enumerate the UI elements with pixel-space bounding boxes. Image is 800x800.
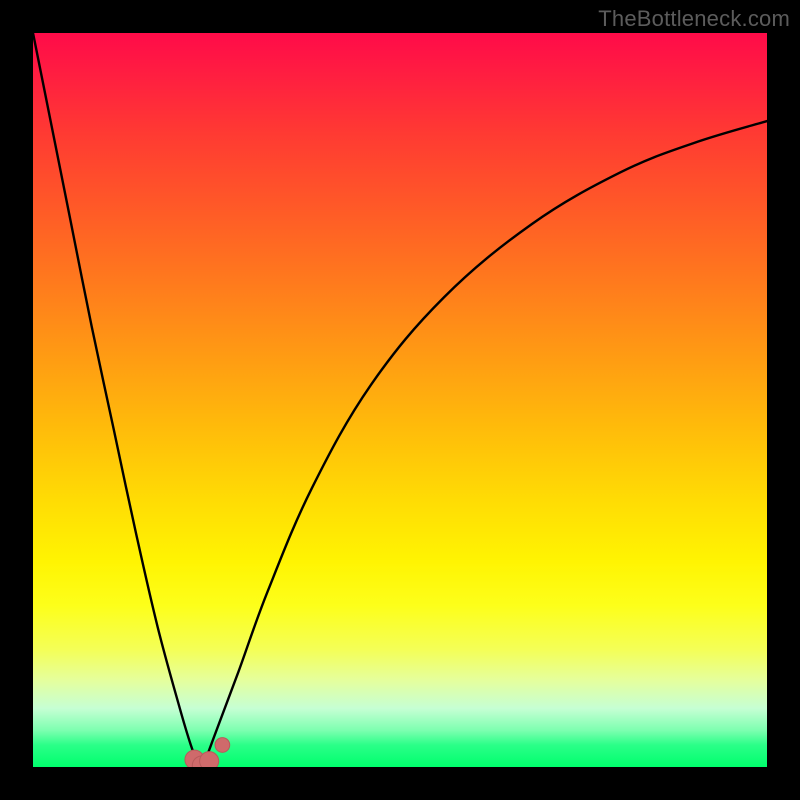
chart-svg bbox=[33, 33, 767, 767]
marker-group bbox=[185, 738, 230, 767]
chart-frame: TheBottleneck.com bbox=[0, 0, 800, 800]
chart-plot-area bbox=[33, 33, 767, 767]
curve-right-branch bbox=[202, 121, 767, 767]
curve-group bbox=[33, 33, 767, 767]
watermark-text: TheBottleneck.com bbox=[598, 6, 790, 32]
curve-left-branch bbox=[33, 33, 202, 767]
valley-marker-right-low bbox=[200, 752, 219, 767]
valley-marker-right-high bbox=[215, 738, 230, 753]
